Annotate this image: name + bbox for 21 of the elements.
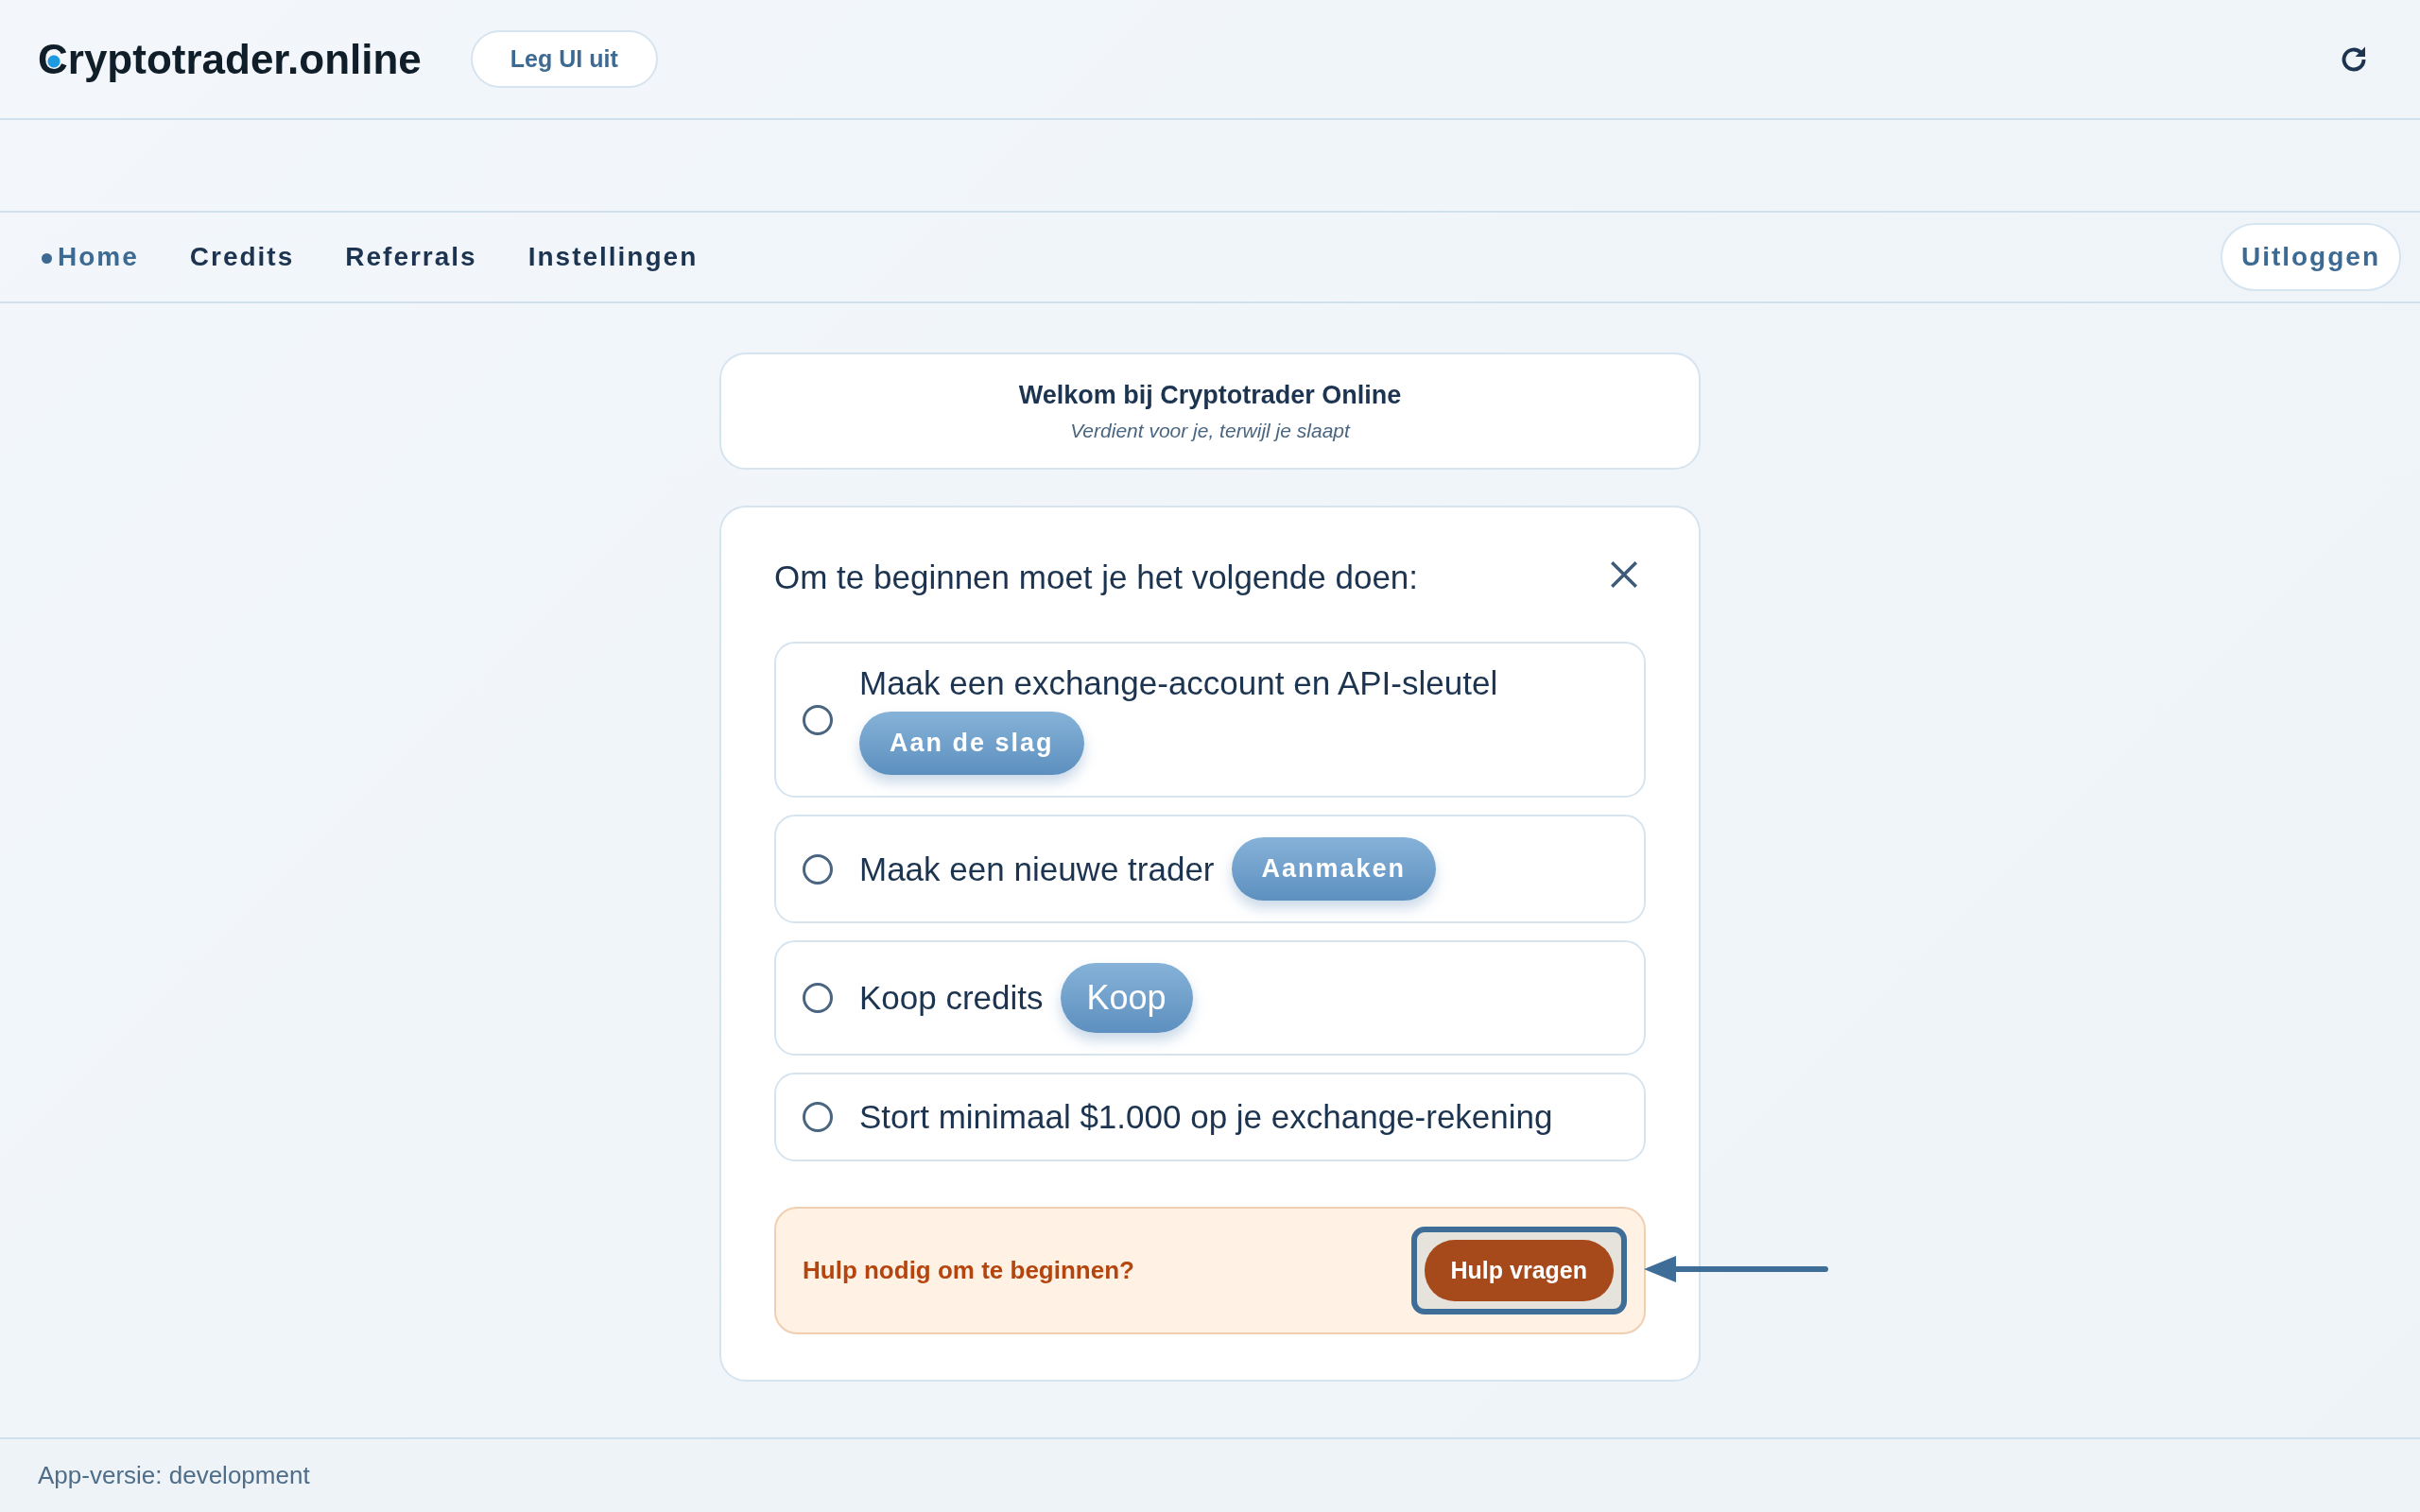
app-version: App-versie: development [38, 1461, 310, 1490]
checkbox[interactable] [803, 983, 833, 1013]
layout-button[interactable]: Leg UI uit [470, 30, 658, 88]
welcome-subtitle: Verdient voor je, terwijl je slaapt [1070, 419, 1350, 442]
step-label: Maak een exchange-account en API-sleutel [859, 664, 1498, 702]
nav-tab[interactable]: Home [42, 242, 139, 272]
help-button[interactable]: Hulp vragen [1424, 1240, 1614, 1301]
logout-button[interactable]: Uitloggen [2220, 223, 2401, 291]
nav-tab[interactable]: Instellingen [527, 242, 699, 272]
close-icon[interactable] [1608, 558, 1640, 591]
help-text: Hulp nodig om te beginnen? [803, 1256, 1134, 1285]
step-label: Stort minimaal $1.000 op je exchange-rekening [859, 1098, 1553, 1136]
checkbox[interactable] [803, 1102, 833, 1132]
nav-tab[interactable]: Credits [189, 242, 295, 272]
checkbox[interactable] [803, 704, 833, 735]
checklist-title: Om te beginnen moet je het volgende doen: [774, 558, 1419, 596]
nav-tab[interactable]: Referrals [345, 242, 477, 272]
welcome-title: Welkom bij Cryptotrader Online [1018, 380, 1402, 410]
checkbox[interactable] [803, 853, 833, 885]
step-label: Koop credits [859, 979, 1044, 1017]
step-label: Maak een nieuwe trader [859, 850, 1215, 888]
